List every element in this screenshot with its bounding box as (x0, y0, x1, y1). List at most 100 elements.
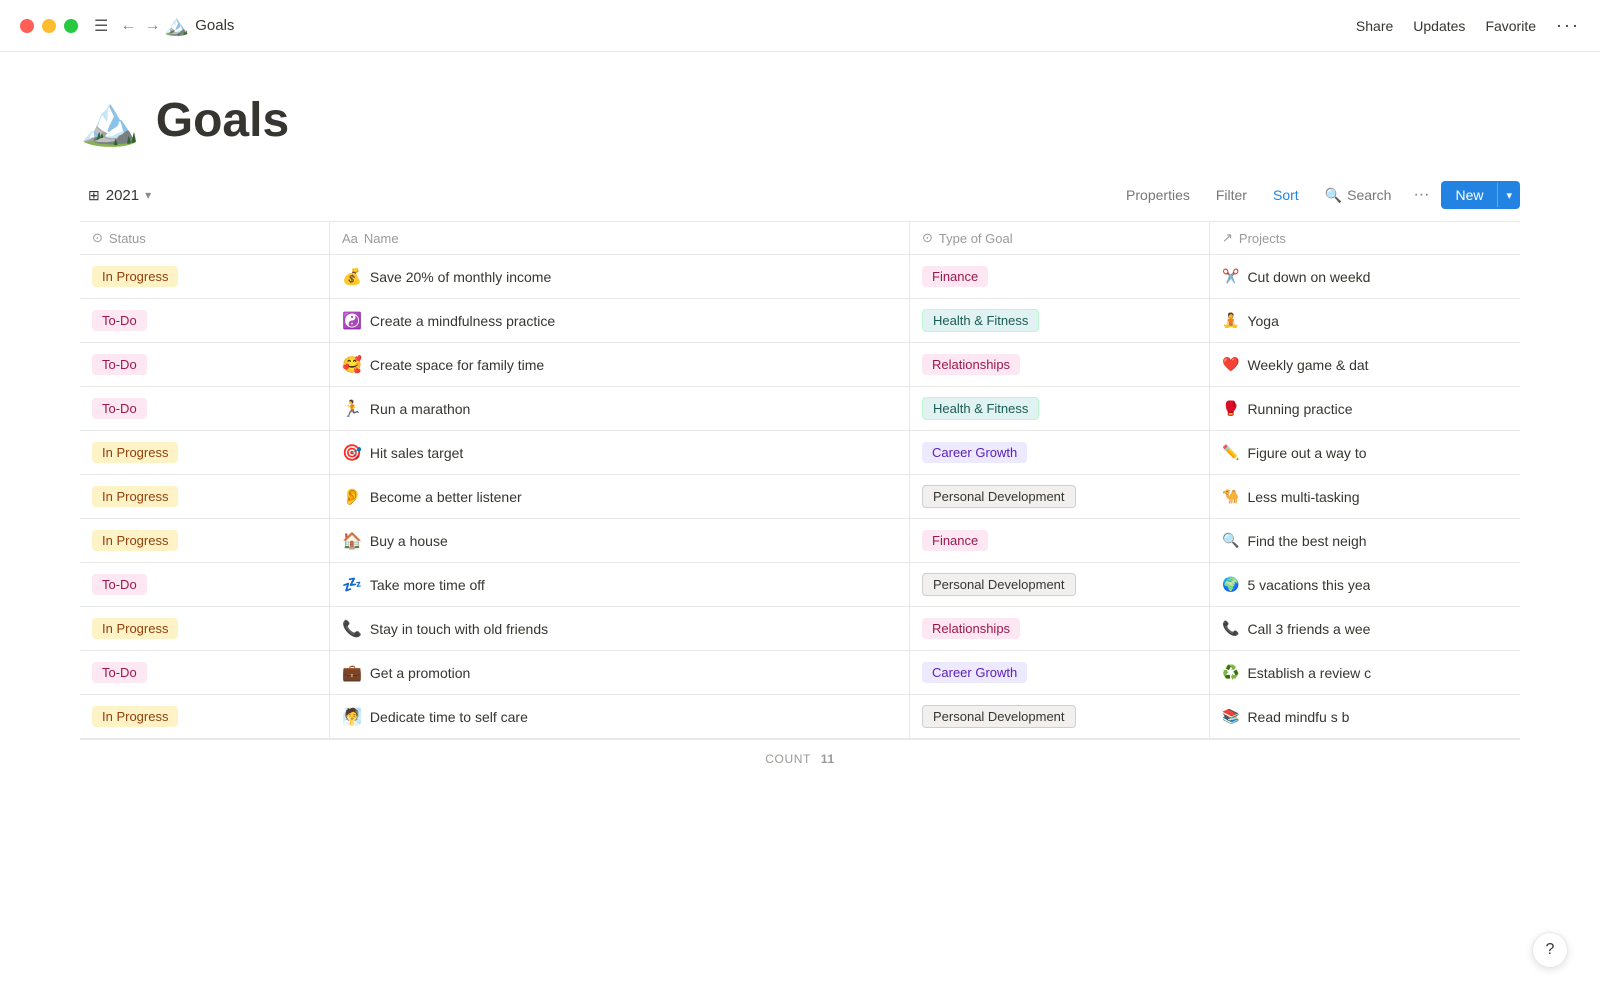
chevron-down-icon: ▾ (145, 188, 151, 202)
forward-button[interactable]: → (140, 15, 164, 37)
project-emoji: 🐪 (1222, 488, 1239, 505)
status-cell: In Progress (80, 255, 330, 298)
row-name: Save 20% of monthly income (370, 269, 551, 285)
row-name: Become a better listener (370, 489, 522, 505)
name-cell: 📞 Stay in touch with old friends (330, 607, 910, 650)
row-name: Buy a house (370, 533, 448, 549)
column-header-name: Aa Name (330, 222, 910, 254)
sidebar-toggle-button[interactable]: ☰ (94, 16, 108, 36)
status-cell: In Progress (80, 607, 330, 650)
project-name: Establish a review c (1247, 665, 1371, 681)
type-cell: Personal Development (910, 695, 1210, 738)
maximize-button[interactable] (64, 19, 78, 33)
row-name: Take more time off (370, 577, 485, 593)
project-cell: ♻️ Establish a review c (1210, 651, 1520, 694)
close-button[interactable] (20, 19, 34, 33)
count-value: 11 (821, 752, 835, 766)
row-emoji: 🥰 (342, 355, 362, 375)
type-cell: Career Growth (910, 431, 1210, 474)
help-button[interactable]: ? (1532, 932, 1568, 968)
page-emoji: 🏔️ (80, 92, 140, 149)
project-name: Read mindfu s b (1247, 709, 1349, 725)
row-emoji: 🧖 (342, 707, 362, 727)
status-cell: To-Do (80, 563, 330, 606)
status-badge: In Progress (92, 442, 178, 463)
type-cell: Relationships (910, 607, 1210, 650)
table-row[interactable]: To-Do ☯️ Create a mindfulness practice H… (80, 299, 1520, 343)
toolbar-more-button[interactable]: ··· (1407, 181, 1435, 209)
minimize-button[interactable] (42, 19, 56, 33)
table-header: ⊙ Status Aa Name ⊙ Type of Goal ↗ Projec… (80, 222, 1520, 255)
type-col-label: Type of Goal (939, 231, 1013, 246)
name-cell: 🏠 Buy a house (330, 519, 910, 562)
status-badge: To-Do (92, 398, 147, 419)
grid-icon: ⊞ (88, 187, 100, 204)
goal-type-badge: Personal Development (922, 485, 1076, 508)
table-row[interactable]: To-Do 💤 Take more time off Personal Deve… (80, 563, 1520, 607)
project-name: Find the best neigh (1247, 533, 1366, 549)
row-name: Create a mindfulness practice (370, 313, 555, 329)
search-button[interactable]: 🔍 Search (1315, 182, 1402, 209)
status-badge: In Progress (92, 706, 178, 727)
name-col-label: Name (364, 231, 399, 246)
goal-type-badge: Relationships (922, 354, 1020, 375)
row-emoji: 💼 (342, 663, 362, 683)
table-row[interactable]: In Progress 💰 Save 20% of monthly income… (80, 255, 1520, 299)
type-col-icon: ⊙ (922, 230, 933, 246)
row-name: Create space for family time (370, 357, 544, 373)
table-row[interactable]: In Progress 📞 Stay in touch with old fri… (80, 607, 1520, 651)
app-title: Goals (195, 17, 234, 34)
filter-button[interactable]: Filter (1206, 182, 1257, 208)
more-options-button[interactable]: ··· (1556, 15, 1580, 36)
row-emoji: 🏃 (342, 399, 362, 419)
new-button[interactable]: New (1441, 181, 1497, 209)
project-emoji: 📞 (1222, 620, 1239, 637)
project-emoji: ✂️ (1222, 268, 1239, 285)
project-cell: 🌍 5 vacations this yea (1210, 563, 1520, 606)
page-content: 🏔️ Goals ⊞ 2021 ▾ Properties Filter Sort… (0, 52, 1600, 798)
count-label: COUNT (765, 752, 811, 766)
back-button[interactable]: ← (116, 15, 140, 37)
project-cell: ✂️ Cut down on weekd (1210, 255, 1520, 298)
project-cell: 📞 Call 3 friends a wee (1210, 607, 1520, 650)
table-row[interactable]: To-Do 🏃 Run a marathon Health & Fitness … (80, 387, 1520, 431)
row-name: Stay in touch with old friends (370, 621, 548, 637)
properties-button[interactable]: Properties (1116, 182, 1200, 208)
favorite-button[interactable]: Favorite (1485, 18, 1536, 34)
table-row[interactable]: In Progress 🎯 Hit sales target Career Gr… (80, 431, 1520, 475)
status-badge: To-Do (92, 310, 147, 331)
project-cell: ❤️ Weekly game & dat (1210, 343, 1520, 386)
toolbar: ⊞ 2021 ▾ Properties Filter Sort 🔍 Search… (80, 181, 1520, 209)
row-emoji: 💰 (342, 267, 362, 287)
new-button-arrow[interactable]: ▾ (1498, 183, 1520, 208)
project-name: Weekly game & dat (1247, 357, 1368, 373)
table: ⊙ Status Aa Name ⊙ Type of Goal ↗ Projec… (80, 221, 1520, 778)
status-badge: To-Do (92, 574, 147, 595)
status-cell: To-Do (80, 299, 330, 342)
goal-type-badge: Personal Development (922, 705, 1076, 728)
table-row[interactable]: To-Do 💼 Get a promotion Career Growth ♻️… (80, 651, 1520, 695)
project-emoji: 🔍 (1222, 532, 1239, 549)
sort-button[interactable]: Sort (1263, 182, 1309, 208)
row-emoji: 🏠 (342, 531, 362, 551)
name-cell: 💰 Save 20% of monthly income (330, 255, 910, 298)
project-cell: 📚 Read mindfu s b (1210, 695, 1520, 738)
search-icon: 🔍 (1325, 187, 1342, 204)
project-emoji: ❤️ (1222, 356, 1239, 373)
status-badge: To-Do (92, 662, 147, 683)
name-cell: 🏃 Run a marathon (330, 387, 910, 430)
status-cell: In Progress (80, 519, 330, 562)
updates-button[interactable]: Updates (1413, 18, 1465, 34)
row-emoji: 📞 (342, 619, 362, 639)
table-row[interactable]: In Progress 🧖 Dedicate time to self care… (80, 695, 1520, 739)
view-selector-button[interactable]: ⊞ 2021 ▾ (80, 183, 159, 208)
project-name: Yoga (1247, 313, 1278, 329)
table-row[interactable]: In Progress 👂 Become a better listener P… (80, 475, 1520, 519)
table-row[interactable]: To-Do 🥰 Create space for family time Rel… (80, 343, 1520, 387)
share-button[interactable]: Share (1356, 18, 1393, 34)
name-col-icon: Aa (342, 231, 358, 246)
project-emoji: 🌍 (1222, 576, 1239, 593)
type-cell: Career Growth (910, 651, 1210, 694)
status-badge: In Progress (92, 618, 178, 639)
table-row[interactable]: In Progress 🏠 Buy a house Finance 🔍 Find… (80, 519, 1520, 563)
